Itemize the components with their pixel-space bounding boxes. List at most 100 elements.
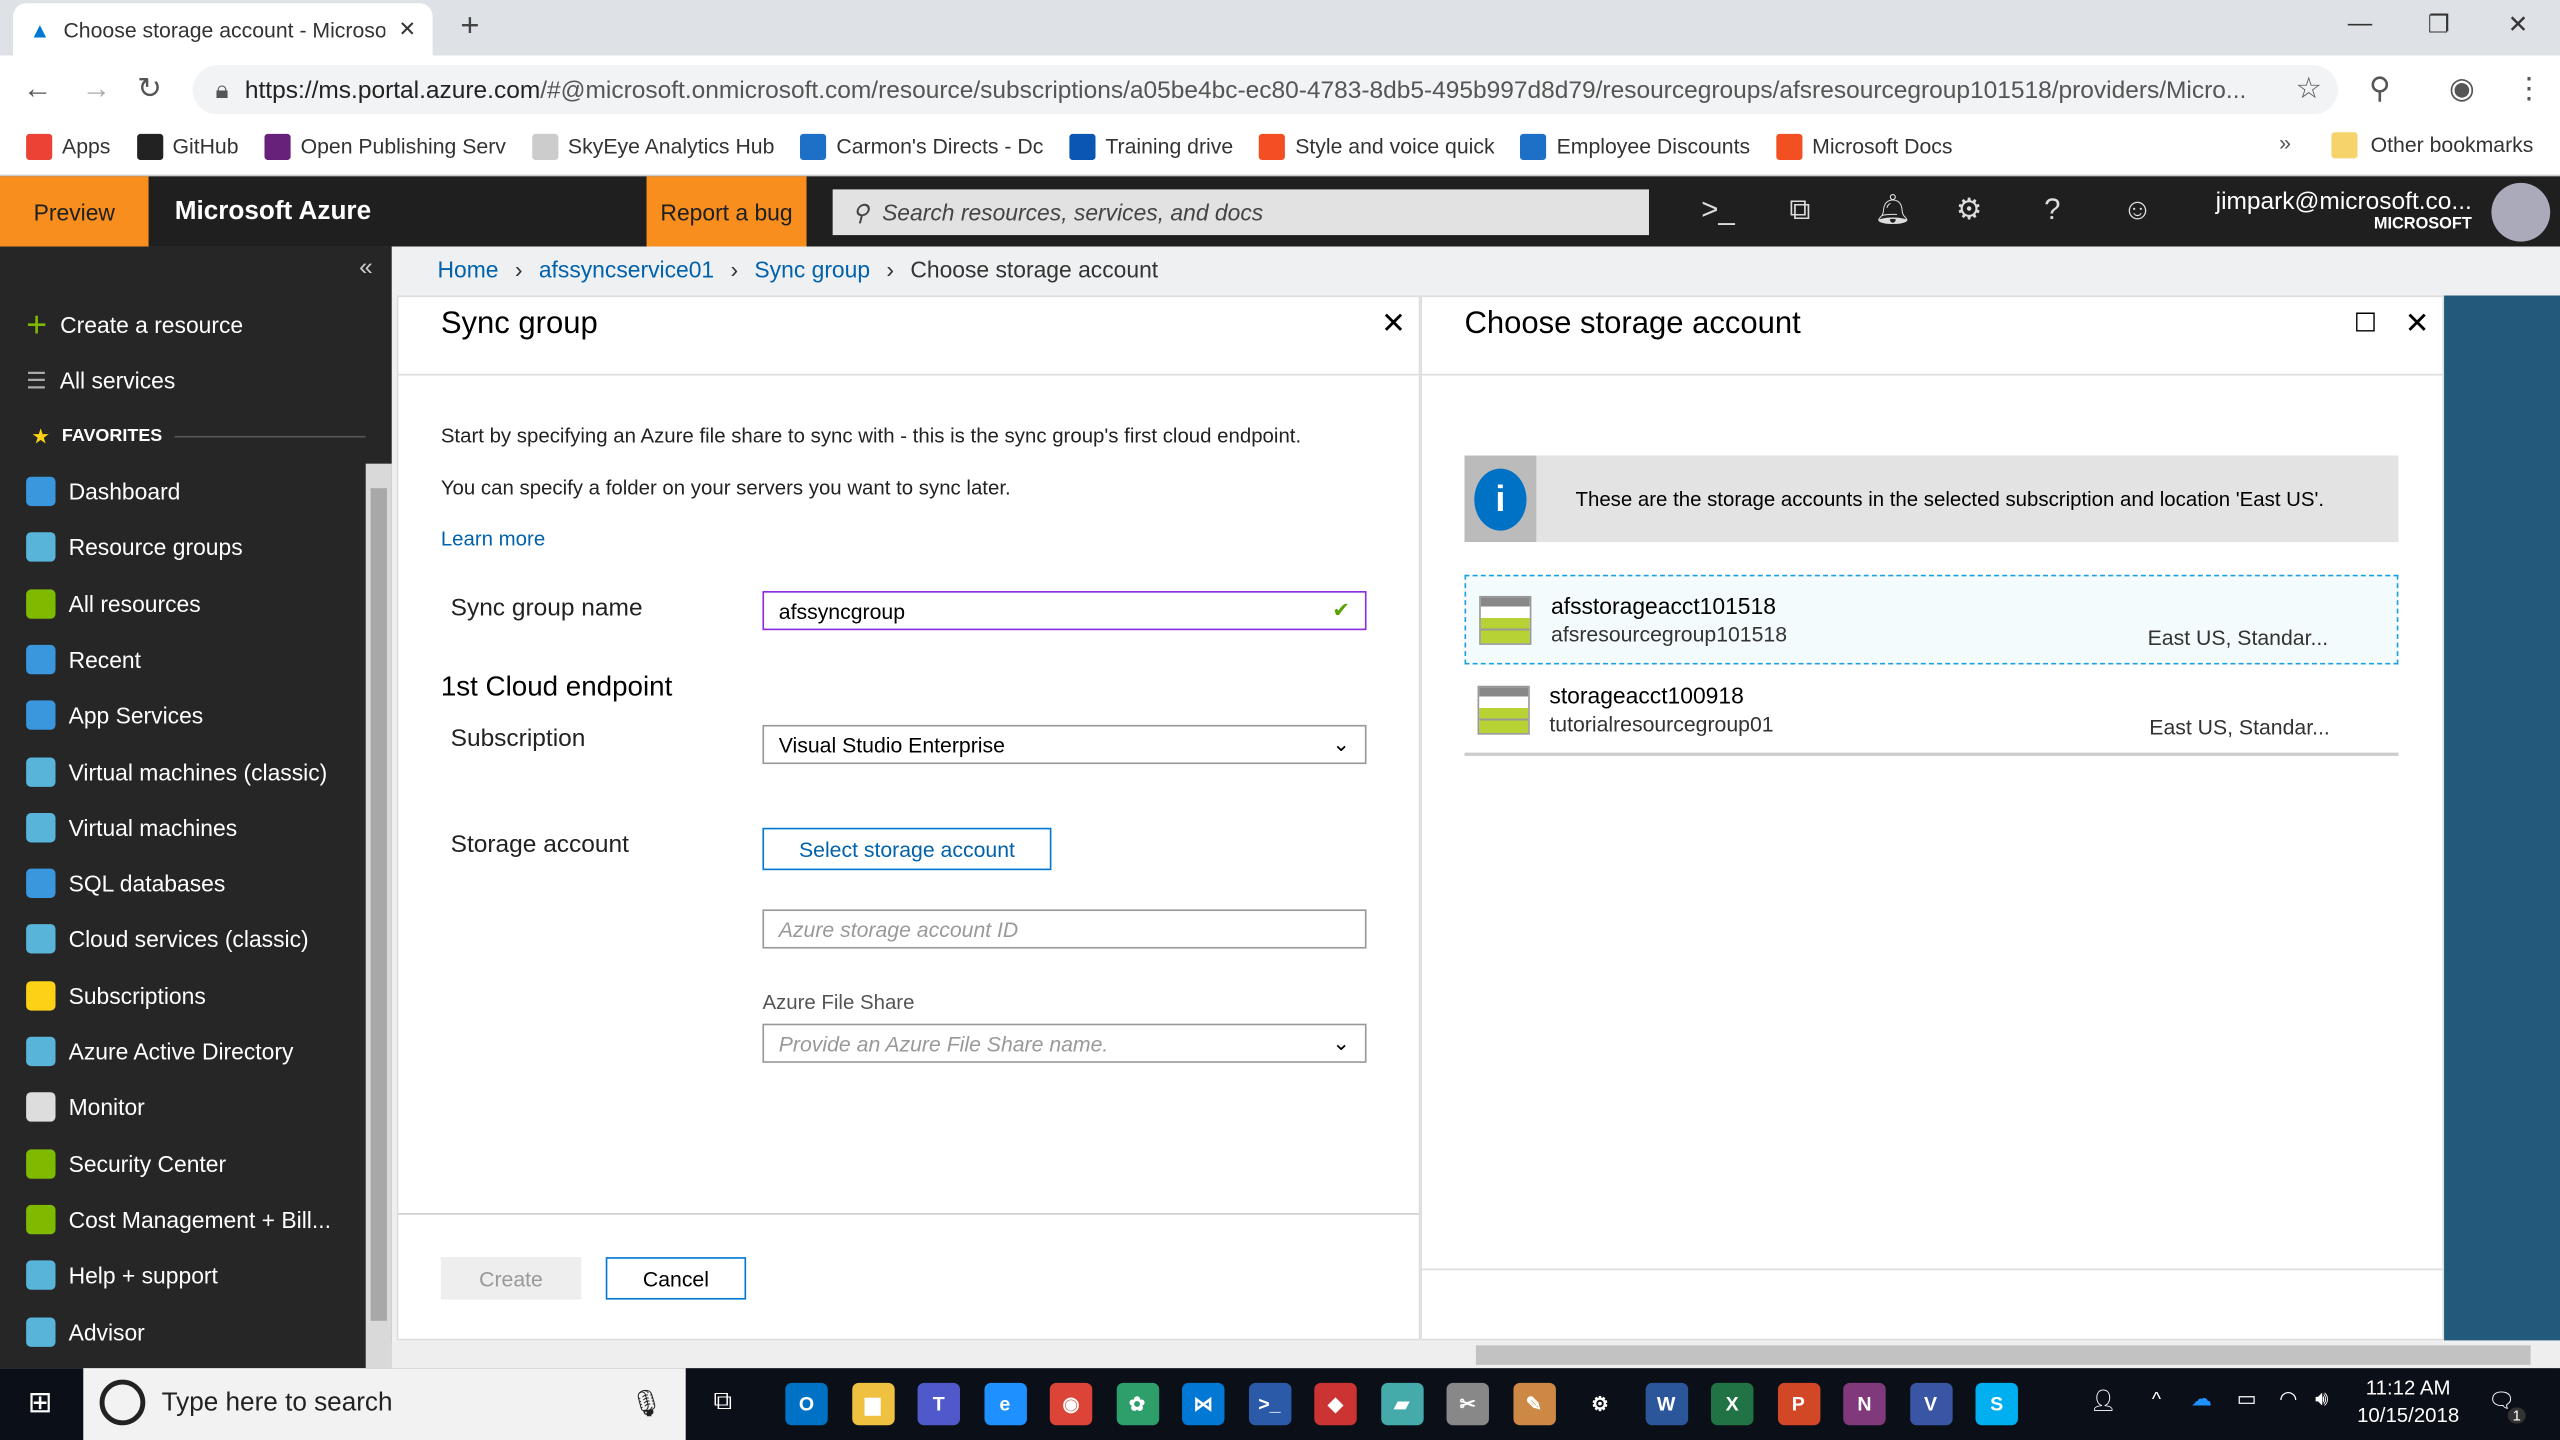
bookmark-star-icon[interactable]: ☆ — [2296, 72, 2322, 106]
back-icon[interactable]: ← — [23, 72, 52, 106]
taskbar-app-icon[interactable]: S — [1975, 1382, 2018, 1426]
taskbar-app-icon[interactable]: ✿ — [1115, 1382, 1159, 1426]
taskbar-app-icon[interactable]: O — [785, 1382, 828, 1426]
file-share-select[interactable]: Provide an Azure File Share name. ⌄ — [762, 1023, 1367, 1063]
avatar[interactable] — [2491, 182, 2551, 242]
sidebar-item-app-services[interactable]: App Services — [0, 688, 366, 744]
volume-icon[interactable]: 🔊︎ — [2315, 1386, 2328, 1412]
sidebar-item-recent[interactable]: Recent — [0, 632, 366, 688]
preview-badge[interactable]: Preview — [0, 176, 149, 247]
sidebar-item-advisor[interactable]: Advisor — [0, 1304, 366, 1360]
people-icon[interactable]: 👤︎ — [2090, 1388, 2117, 1414]
taskbar-app-icon[interactable]: >_ — [1248, 1382, 1291, 1426]
select-storage-account-button[interactable]: Select storage account — [762, 827, 1052, 871]
notifications-icon[interactable]: 🔔︎ — [1874, 193, 1911, 227]
tray-overflow-icon[interactable]: ^ — [2152, 1388, 2161, 1411]
taskbar-app-icon[interactable]: ✂ — [1446, 1382, 1489, 1426]
battery-icon[interactable]: ▭ — [2237, 1386, 2257, 1412]
forward-icon[interactable]: → — [82, 72, 111, 106]
reload-icon[interactable]: ↻ — [137, 72, 162, 106]
wifi-icon[interactable]: ◠ — [2279, 1386, 2298, 1412]
more-bookmarks[interactable]: » — [2279, 131, 2291, 155]
storage-account-row[interactable]: storageacct100918 tutorialresourcegroup01… — [1464, 666, 2399, 756]
create-button[interactable]: Create — [440, 1257, 582, 1300]
minimize-icon[interactable]: — — [2348, 10, 2372, 38]
all-services[interactable]: ☰ All services — [0, 353, 366, 409]
bookmark-item[interactable]: Style and voice quick — [1259, 133, 1495, 160]
breadcrumb-sync-group[interactable]: Sync group — [754, 256, 870, 282]
sidebar-item-help-support[interactable]: Help + support — [0, 1248, 366, 1304]
taskbar-app-icon[interactable]: ⚙ — [1578, 1382, 1622, 1426]
portal-brand[interactable]: Microsoft Azure — [175, 198, 371, 227]
bookmark-item[interactable]: GitHub — [136, 133, 239, 160]
bookmark-item[interactable]: Employee Discounts — [1520, 133, 1750, 160]
learn-more-link[interactable]: Learn more — [441, 527, 545, 550]
taskbar-search[interactable]: Type here to search 🎙︎ — [83, 1368, 686, 1440]
bookmark-item[interactable]: Microsoft Docs — [1776, 133, 1952, 160]
browser-tab[interactable]: ▲ Choose storage account - Microsoft Azu… — [13, 3, 433, 56]
onedrive-icon[interactable]: ☁ — [2191, 1386, 2212, 1412]
scroll-thumb[interactable] — [1475, 1345, 2531, 1365]
cancel-button[interactable]: Cancel — [605, 1257, 747, 1300]
directory-filter-icon[interactable]: ⧉ — [1789, 193, 1810, 227]
sidebar-item-cost-management-bill[interactable]: Cost Management + Bill... — [0, 1192, 366, 1248]
taskbar-app-icon[interactable]: V — [1909, 1382, 1952, 1426]
taskbar-app-icon[interactable]: e — [983, 1382, 1027, 1426]
horizontal-scrollbar[interactable] — [391, 1342, 2560, 1369]
sync-group-name-input[interactable]: afssyncgroup ✔ — [762, 591, 1367, 631]
taskbar-app-icon[interactable]: ◆ — [1314, 1382, 1357, 1426]
close-blade-icon[interactable]: ✕ — [2405, 307, 2430, 341]
feedback-icon[interactable]: ☺ — [2122, 193, 2152, 227]
help-icon[interactable]: ? — [2044, 193, 2060, 227]
bookmark-item[interactable]: Training drive — [1069, 133, 1233, 160]
bookmark-item[interactable]: Carmon's Directs - Dc — [800, 133, 1043, 160]
sidebar-item-virtual-machines[interactable]: Virtual machines — [0, 800, 366, 856]
report-bug-button[interactable]: Report a bug — [646, 176, 807, 247]
clock[interactable]: 11:12 AM 10/15/2018 — [2351, 1376, 2465, 1427]
new-tab-icon[interactable]: + — [460, 8, 479, 46]
subscription-select[interactable]: Visual Studio Enterprise ⌄ — [762, 724, 1367, 765]
storage-account-row[interactable]: afsstorageacct101518 afsresourcegroup1015… — [1464, 574, 2399, 665]
breadcrumb-sync-service[interactable]: afssyncservice01 — [539, 256, 714, 282]
extension-icon[interactable]: ⚲ — [2369, 72, 2391, 106]
bookmark-item[interactable]: Apps — [26, 133, 110, 160]
menu-icon[interactable]: ⋮ — [2514, 72, 2543, 106]
url-input[interactable]: 🔒︎ https://ms.portal.azure.com/#@microso… — [192, 65, 2338, 115]
restore-icon[interactable]: ❐ — [2428, 10, 2450, 39]
profile-icon[interactable]: ◉ — [2449, 72, 2475, 106]
cloud-shell-icon[interactable]: >_ — [1701, 193, 1735, 227]
sidebar-item-cloud-services-classic[interactable]: Cloud services (classic) — [0, 912, 366, 968]
bookmark-item[interactable]: Open Publishing Serv — [264, 133, 506, 160]
taskbar-app-icon[interactable]: ⋈ — [1182, 1382, 1225, 1426]
taskbar-app-icon[interactable]: T — [917, 1382, 960, 1426]
other-bookmarks[interactable]: Other bookmarks — [2331, 132, 2533, 159]
close-blade-icon[interactable]: ✕ — [1381, 307, 1406, 341]
create-resource[interactable]: + Create a resource — [0, 297, 366, 353]
taskbar-app-icon[interactable]: W — [1644, 1382, 1688, 1426]
sidebar-item-all-resources[interactable]: All resources — [0, 576, 366, 632]
storage-account-id-input[interactable]: Azure storage account ID — [762, 909, 1367, 949]
bookmark-item[interactable]: SkyEye Analytics Hub — [532, 133, 774, 160]
taskbar-app-icon[interactable]: ▆ — [851, 1382, 894, 1426]
sidebar-item-monitor[interactable]: Monitor — [0, 1080, 366, 1136]
close-window-icon[interactable]: ✕ — [2508, 10, 2529, 39]
sidebar-item-azure-active-directory[interactable]: Azure Active Directory — [0, 1024, 366, 1080]
taskbar-app-icon[interactable]: ▰ — [1380, 1382, 1423, 1426]
portal-search-input[interactable]: ⚲ Search resources, services, and docs — [832, 189, 1649, 236]
sidebar-item-virtual-machines-classic[interactable]: Virtual machines (classic) — [0, 744, 366, 800]
sidebar-item-resource-groups[interactable]: Resource groups — [0, 520, 366, 576]
account-menu[interactable]: jimpark@microsoft.co... MICROSOFT — [2216, 188, 2472, 234]
taskbar-app-icon[interactable]: ◉ — [1049, 1382, 1093, 1426]
windows-start-icon[interactable]: ⊞ — [28, 1386, 53, 1420]
taskbar-app-icon[interactable]: ✎ — [1512, 1382, 1556, 1426]
taskbar-app-icon[interactable]: X — [1711, 1382, 1754, 1426]
sidebar-scroll-thumb[interactable] — [370, 488, 387, 1321]
collapse-sidebar-button[interactable]: « — [359, 253, 373, 281]
task-view-icon[interactable]: ⧉ — [713, 1388, 732, 1417]
settings-icon[interactable]: ⚙ — [1956, 193, 1982, 227]
sidebar-item-subscriptions[interactable]: Subscriptions — [0, 968, 366, 1024]
taskbar-app-icon[interactable]: P — [1777, 1382, 1820, 1426]
sidebar-item-sql-databases[interactable]: SQL databases — [0, 856, 366, 912]
sidebar-item-security-center[interactable]: Security Center — [0, 1136, 366, 1192]
maximize-icon[interactable]: ☐ — [2354, 307, 2377, 340]
